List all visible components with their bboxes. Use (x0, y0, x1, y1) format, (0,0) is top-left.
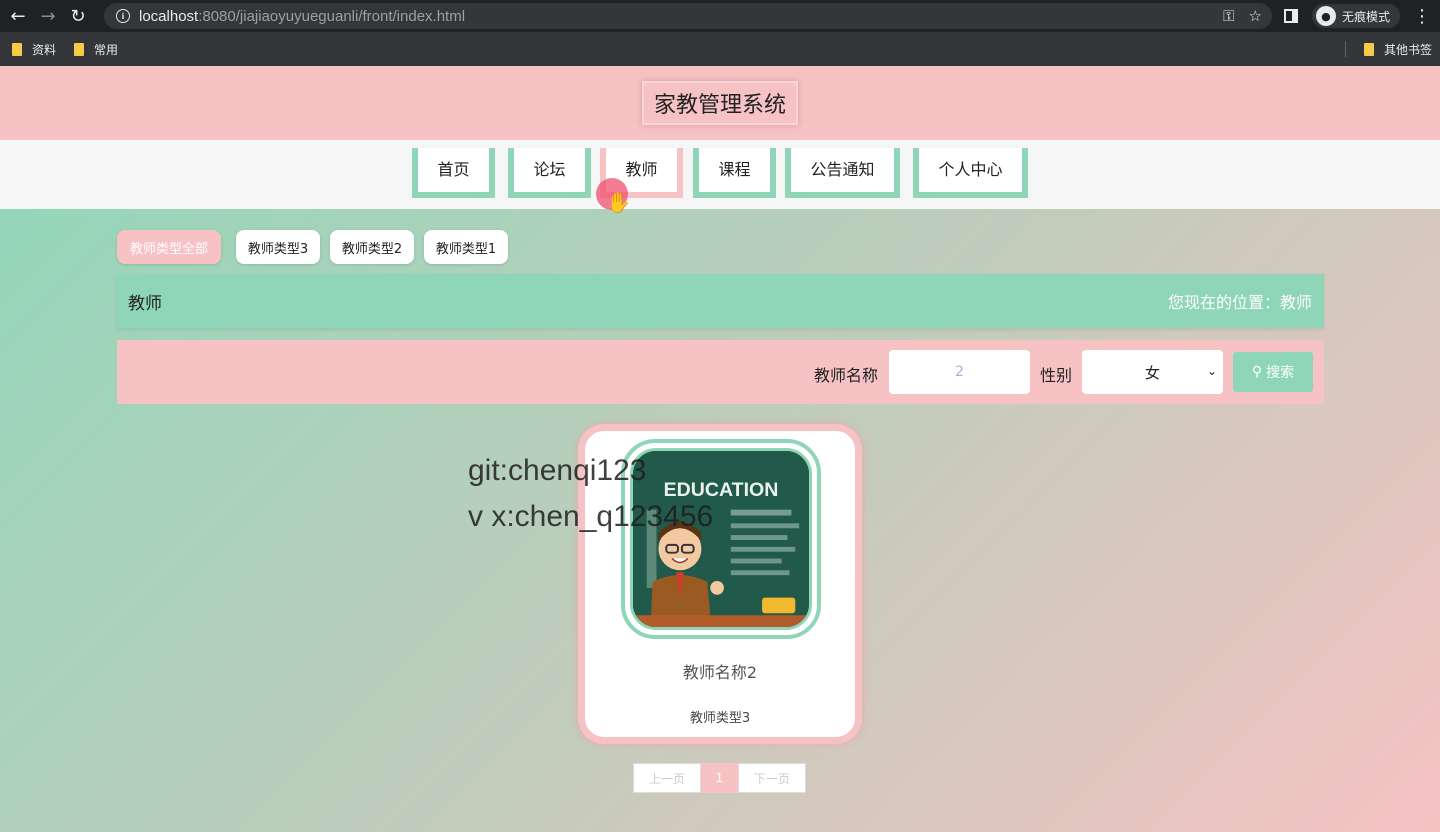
url-host: localhost (139, 7, 199, 25)
site-title: 家教管理系统 (641, 81, 798, 125)
address-bar[interactable]: i localhost:8080/jiajiaoyuyueguanli/fron… (104, 3, 1272, 29)
category-type1[interactable]: 教师类型1 (424, 230, 508, 264)
gender-select[interactable]: 女 ⌄ (1082, 350, 1223, 394)
nav-profile[interactable]: 个人中心 (913, 148, 1028, 198)
nav-notice[interactable]: 公告通知 (785, 148, 900, 198)
folder-icon (12, 42, 22, 56)
side-panel-icon[interactable] (1283, 9, 1298, 23)
star-icon[interactable]: ☆ (1249, 7, 1262, 25)
name-input[interactable]: 2 (889, 350, 1030, 394)
site-header: 家教管理系统 (0, 66, 1440, 140)
menu-icon[interactable]: ⋮ (1412, 6, 1432, 27)
hand-cursor-icon: ✋ (606, 190, 631, 214)
site-info-icon[interactable]: i (116, 9, 130, 23)
category-type2[interactable]: 教师类型2 (330, 230, 414, 264)
divider (1344, 41, 1346, 57)
bookmarks-bar: 资料 常用 其他书签 (0, 32, 1440, 66)
category-all[interactable]: 教师类型全部 (117, 230, 221, 264)
url-text: localhost:8080/jiajiaoyuyueguanli/front/… (139, 8, 465, 25)
nav-course[interactable]: 课程 (693, 148, 776, 198)
back-icon[interactable]: ← (6, 4, 30, 28)
bookmark-label: 资料 (32, 42, 57, 57)
teacher-photo: EDUCATION (621, 439, 821, 639)
next-page-button[interactable]: 下一页 (738, 763, 806, 793)
page-content: 家教管理系统 首页 论坛 教师 课程 公告通知 个人中心 教师类型全部 教师类型… (0, 66, 1440, 832)
education-illustration: EDUCATION (630, 448, 812, 630)
category-type3[interactable]: 教师类型3 (236, 230, 320, 264)
teacher-name[interactable]: 教师名称2 (585, 659, 855, 683)
search-icon: ⚲ (1251, 364, 1263, 380)
breadcrumb: 教师 您现在的位置：教师 (117, 274, 1324, 328)
incognito-badge[interactable]: ● 无痕模式 (1311, 4, 1400, 28)
pagination: 上一页 1 下一页 (633, 763, 806, 793)
bookmark-folder[interactable]: 资料 (12, 41, 56, 58)
gender-label: 性别 (1040, 366, 1073, 385)
section-title: 教师 (128, 293, 162, 314)
url-path: :8080/jiajiaoyuyueguanli/front/index.htm… (198, 7, 466, 25)
bookmark-label: 其他书签 (1383, 42, 1432, 57)
teacher-type: 教师类型3 (689, 711, 751, 726)
search-button-label: 搜索 (1266, 365, 1295, 381)
bookmark-label: 常用 (94, 42, 119, 57)
education-artwork: EDUCATION (633, 451, 809, 627)
name-label: 教师名称 (814, 366, 879, 385)
location-text: 您现在的位置：教师 (1167, 293, 1312, 312)
other-bookmarks[interactable]: 其他书签 (1363, 41, 1432, 58)
incognito-label: 无痕模式 (1341, 9, 1390, 24)
page-number[interactable]: 1 (701, 763, 738, 793)
search-button[interactable]: ⚲ 搜索 (1233, 352, 1313, 392)
key-icon[interactable]: ⚿ (1223, 7, 1234, 25)
forward-icon[interactable]: → (36, 4, 60, 28)
folder-icon (1363, 42, 1374, 56)
board-heading: EDUCATION (664, 479, 779, 501)
incognito-icon: ● (1315, 6, 1336, 26)
prev-page-button[interactable]: 上一页 (633, 763, 701, 793)
nav-home[interactable]: 首页 (412, 148, 495, 198)
reload-icon[interactable]: ↻ (66, 4, 90, 28)
bookmark-folder[interactable]: 常用 (74, 41, 118, 58)
watermark-line1: git:chenqi123 (468, 454, 647, 487)
watermark-line2: v x:chen_q123456 (468, 500, 714, 533)
nav-forum[interactable]: 论坛 (508, 148, 591, 198)
folder-icon (74, 42, 85, 56)
gender-value: 女 (1144, 363, 1160, 382)
chevron-down-icon: ⌄ (1206, 364, 1217, 378)
main-nav: 首页 论坛 教师 课程 公告通知 个人中心 (0, 140, 1440, 209)
search-panel: 教师名称 2 性别 女 ⌄ ⚲ 搜索 (117, 340, 1324, 404)
browser-toolbar: ← → ↻ i localhost:8080/jiajiaoyuyueguanl… (0, 0, 1440, 32)
